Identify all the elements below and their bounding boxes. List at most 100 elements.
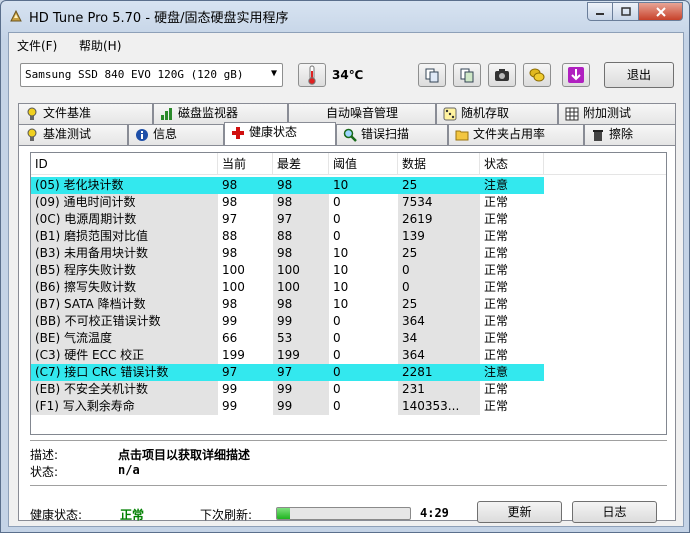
magnifier-icon <box>343 128 357 142</box>
title-bar[interactable]: HD Tune Pro 5.70 - 硬盘/固态硬盘实用程序 <box>1 1 689 31</box>
cell-cur: 99 <box>222 382 238 396</box>
status-value: n/a <box>118 463 140 477</box>
row-filler <box>544 245 666 262</box>
cell-cur: 99 <box>222 314 238 328</box>
table-row[interactable]: (B6) 擦写失败计数 100 100 10 0 正常 <box>31 279 666 296</box>
tab-random-access[interactable]: 随机存取 <box>436 103 558 124</box>
cell-id: (B1) 磨损范围对比值 <box>31 228 218 245</box>
health-cross-icon <box>232 127 244 139</box>
copy-icon <box>425 68 439 83</box>
table-row[interactable]: (BB) 不可校正错误计数 99 99 0 364 正常 <box>31 313 666 330</box>
cell-worst: 97 <box>273 211 329 228</box>
cell-cur: 97 <box>222 212 238 226</box>
tab-file-benchmark[interactable]: 文件基准 <box>18 103 153 124</box>
tab-noise-management[interactable]: 自动噪音管理 <box>288 103 436 124</box>
save-report-button[interactable] <box>453 63 481 87</box>
table-row[interactable]: (B7) SATA 降档计数 98 98 10 25 正常 <box>31 296 666 313</box>
cell-cur: 97 <box>218 364 273 381</box>
grid-icon <box>565 107 579 121</box>
row-filler <box>544 347 666 364</box>
description-value: 点击项目以获取详细描述 <box>118 448 251 462</box>
tab-label: 自动噪音管理 <box>325 106 398 120</box>
row-filler <box>544 194 666 211</box>
tab-label: 健康状态 <box>249 125 298 139</box>
cell-cur: 100 <box>222 280 245 294</box>
cell-status: 正常 <box>484 195 509 209</box>
tab-info[interactable]: 信息 <box>128 124 224 145</box>
table-row[interactable]: (0C) 电源周期计数 97 97 0 2619 正常 <box>31 211 666 228</box>
table-row[interactable]: (C7) 接口 CRC 错误计数 97 97 0 2281 注意 <box>31 364 666 381</box>
col-header-current[interactable]: 当前 <box>218 153 273 175</box>
tab-health[interactable]: 健康状态 <box>224 122 336 145</box>
maximize-button[interactable] <box>613 2 639 21</box>
table-row[interactable]: (B3) 未用备用块计数 98 98 10 25 正常 <box>31 245 666 262</box>
trash-icon <box>593 130 603 141</box>
temperature-button[interactable] <box>298 63 326 87</box>
tab-erase[interactable]: 擦除 <box>584 124 676 145</box>
cell-id: (C3) 硬件 ECC 校正 <box>31 347 218 364</box>
table-row[interactable]: (B1) 磨损范围对比值 88 88 0 139 正常 <box>31 228 666 245</box>
cell-thr: 0 <box>333 348 341 362</box>
cell-cur: 98 <box>222 195 238 209</box>
table-row[interactable]: (C3) 硬件 ECC 校正 199 199 0 364 正常 <box>31 347 666 364</box>
maximize-icon <box>620 7 631 16</box>
camera-icon <box>495 69 509 81</box>
cell-worst: 98 <box>273 177 329 194</box>
app-icon <box>10 9 22 22</box>
cell-thr: 0 <box>333 331 341 345</box>
copy-button[interactable] <box>418 63 446 87</box>
cell-data: 34 <box>398 330 480 347</box>
col-header-threshold[interactable]: 阈值 <box>329 153 398 175</box>
cell-cur: 99 <box>222 399 238 413</box>
cell-status: 正常 <box>484 331 509 345</box>
cell-id: (B3) 未用备用块计数 <box>31 245 218 262</box>
cell-status: 正常 <box>484 229 509 243</box>
minimize-button[interactable] <box>587 2 613 21</box>
menu-file[interactable]: 文件(F) <box>17 37 57 54</box>
tab-label: 擦除 <box>609 127 634 141</box>
cell-thr: 10 <box>333 263 349 277</box>
col-header-data[interactable]: 数据 <box>398 153 480 175</box>
tab-row-top: 文件基准 磁盘监视器 自动噪音管理 随机存取 附加测试 <box>18 103 676 124</box>
options-button[interactable] <box>523 63 551 87</box>
table-row[interactable]: (F1) 写入剩余寿命 99 99 0 140353... 正常 <box>31 398 666 415</box>
cell-cur: 98 <box>222 297 238 311</box>
tab-disk-monitor[interactable]: 磁盘监视器 <box>153 103 288 124</box>
table-row[interactable]: (B5) 程序失败计数 100 100 10 0 正常 <box>31 262 666 279</box>
update-button[interactable]: 更新 <box>477 501 562 523</box>
table-row[interactable]: (09) 通电时间计数 98 98 0 7534 正常 <box>31 194 666 211</box>
cell-data: 231 <box>398 381 480 398</box>
screenshot-button[interactable] <box>488 63 516 87</box>
col-header-status[interactable]: 状态 <box>480 153 544 175</box>
health-status-value: 正常 <box>120 508 145 522</box>
cell-status: 正常 <box>484 314 509 328</box>
tab-folder-usage[interactable]: 文件夹占用率 <box>448 124 584 145</box>
exit-button[interactable]: 退出 <box>604 62 674 88</box>
table-row[interactable]: (EB) 不安全关机计数 99 99 0 231 正常 <box>31 381 666 398</box>
drive-select-value: Samsung SSD 840 EVO 120G (120 gB) <box>25 68 244 81</box>
menu-help[interactable]: 帮助(H) <box>79 37 121 54</box>
cell-cur: 98 <box>222 246 238 260</box>
col-header-id[interactable]: ID <box>31 153 218 175</box>
col-header-worst[interactable]: 最差 <box>273 153 329 175</box>
tab-label: 错误扫描 <box>361 127 410 141</box>
tab-benchmark[interactable]: 基准测试 <box>18 124 128 145</box>
cell-data: 25 <box>398 296 480 313</box>
download-arrow-icon <box>568 67 584 83</box>
smart-table[interactable]: ID 当前 最差 阈值 数据 状态 (05) 老化块计数 98 98 10 25 注意 (0… <box>30 152 667 435</box>
table-row[interactable]: (05) 老化块计数 98 98 10 25 注意 <box>31 177 666 194</box>
download-button[interactable] <box>562 63 590 87</box>
cell-status: 正常 <box>484 280 509 294</box>
tab-error-scan[interactable]: 错误扫描 <box>336 124 448 145</box>
log-button[interactable]: 日志 <box>572 501 657 523</box>
divider <box>30 440 667 441</box>
close-button[interactable] <box>639 2 683 21</box>
drive-select[interactable]: Samsung SSD 840 EVO 120G (120 gB) ▼ <box>20 63 283 87</box>
tab-extra-tests[interactable]: 附加测试 <box>558 103 676 124</box>
refresh-countdown: 4:29 <box>420 506 449 520</box>
cell-id: (EB) 不安全关机计数 <box>31 381 218 398</box>
row-filler <box>544 211 666 228</box>
chevron-down-icon: ▼ <box>270 68 277 79</box>
cell-id: (C7) 接口 CRC 错误计数 <box>31 364 218 381</box>
table-row[interactable]: (BE) 气流温度 66 53 0 34 正常 <box>31 330 666 347</box>
